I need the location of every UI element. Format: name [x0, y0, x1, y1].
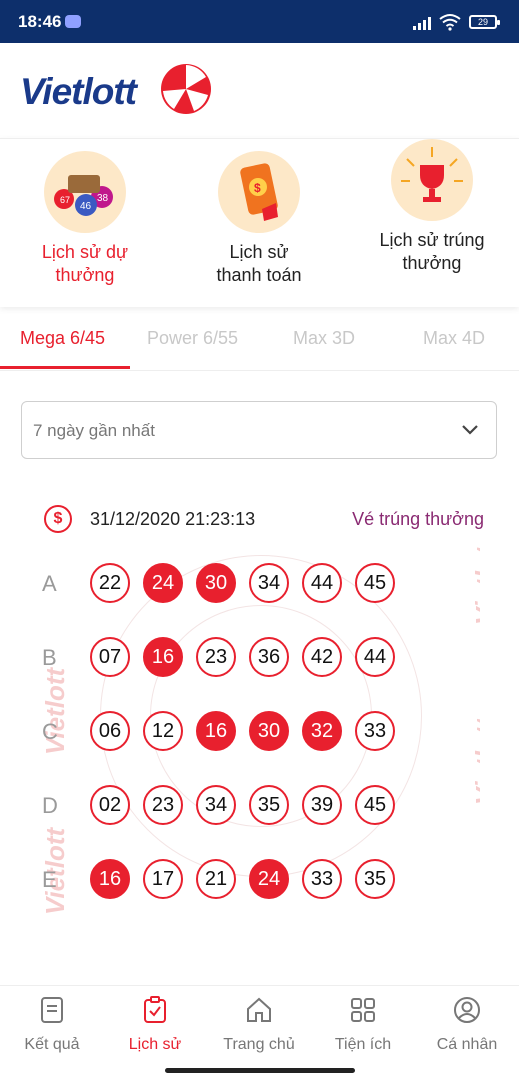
matched-number-ball: 16	[90, 859, 130, 899]
number-ball: 07	[90, 637, 130, 677]
nav-label: Tiện ích	[334, 1036, 392, 1053]
quick-action-label: Lịch sử trúng thưởng	[357, 229, 507, 275]
vietlott-logo: Vietlott	[20, 71, 137, 112]
row-letter: A	[42, 571, 57, 596]
discord-notification-icon	[65, 15, 81, 28]
number-ball: 34	[249, 563, 289, 603]
matched-number-ball: 30	[196, 563, 236, 603]
row-letter: E	[42, 867, 57, 892]
label-line: Lịch sử dự	[41, 242, 129, 262]
number-ball: 33	[302, 859, 342, 899]
quick-action-label: Lịch sử thanh toán	[184, 241, 334, 287]
label-line: thanh toán	[216, 265, 302, 285]
nav-results[interactable]: Kết quả	[7, 996, 97, 1054]
row-letter: B	[42, 645, 57, 670]
signal-icon	[413, 17, 431, 30]
profile-icon	[454, 997, 480, 1023]
nav-history[interactable]: Lịch sử	[110, 996, 200, 1054]
bottom-navigation: Kết quả Lịch sử Trang chủ Tiện ích Cá nh…	[0, 985, 519, 1081]
date-range-value: 7 ngày gần nhất	[33, 421, 155, 440]
number-ball: 12	[143, 711, 183, 751]
matched-number-ball: 16	[196, 711, 236, 751]
watermark-logo: Vietlott	[470, 545, 480, 625]
battery-icon: 29	[469, 15, 500, 29]
number-ball: 42	[302, 637, 342, 677]
matched-number-ball: 24	[143, 563, 183, 603]
number-ball: 23	[143, 785, 183, 825]
quick-action-prediction-history[interactable]: 67 46 38 Lịch sử dự thưởng	[10, 151, 160, 287]
tab-mega-645[interactable]: Mega 6/45	[20, 328, 105, 349]
quick-action-winning-history[interactable]: Lịch sử trúng thưởng	[357, 139, 507, 275]
quick-actions: 67 46 38 Lịch sử dự thưởng $ Lịch sử tha…	[0, 138, 519, 307]
label-line: Lịch sử	[229, 242, 289, 262]
number-ball: 45	[355, 785, 395, 825]
tab-power-655[interactable]: Power 6/55	[147, 328, 238, 349]
winning-ticket-link[interactable]: Vé trúng thưởng	[352, 509, 484, 530]
chevron-down-icon	[462, 425, 478, 435]
history-icon	[144, 996, 166, 1023]
number-ball: 34	[196, 785, 236, 825]
active-tab-indicator	[0, 366, 130, 369]
ticket-datetime: 31/12/2020 21:23:13	[90, 509, 256, 529]
number-ball: 22	[90, 563, 130, 603]
quick-action-payment-history[interactable]: $ Lịch sử thanh toán	[184, 151, 334, 287]
quick-action-label: Lịch sử dự thưởng	[10, 241, 160, 287]
app-header: Vietlott	[0, 43, 519, 138]
label-line: thưởng	[55, 265, 115, 285]
number-ball: 35	[249, 785, 289, 825]
results-icon	[41, 997, 63, 1023]
phone-payment-icon: $	[218, 151, 300, 233]
nav-label: Lịch sử	[128, 1036, 182, 1053]
ticket-header: $ 31/12/2020 21:23:13 Vé trúng thưởng	[44, 505, 484, 533]
number-ball: 35	[355, 859, 395, 899]
number-ball: 02	[90, 785, 130, 825]
matched-number-ball: 16	[143, 637, 183, 677]
matched-number-ball: 24	[249, 859, 289, 899]
number-ball: 44	[355, 637, 395, 677]
nav-label: Trang chủ	[223, 1036, 295, 1053]
home-icon	[247, 997, 271, 1022]
label-line: Lịch sử trúng	[379, 230, 485, 250]
number-ball: 39	[302, 785, 342, 825]
date-range-select[interactable]: 7 ngày gần nhất	[21, 401, 497, 459]
nav-label: Kết quả	[24, 1036, 80, 1053]
nav-label: Cá nhân	[436, 1036, 498, 1053]
number-ball: 45	[355, 563, 395, 603]
label-line: thưởng	[402, 253, 462, 273]
svg-text:38: 38	[97, 193, 109, 204]
tab-max-3d[interactable]: Max 3D	[293, 328, 355, 349]
number-ball: 44	[302, 563, 342, 603]
nav-profile[interactable]: Cá nhân	[422, 996, 512, 1054]
svg-text:46: 46	[80, 201, 92, 212]
watermark-logo: Vietlott	[470, 717, 480, 805]
matched-number-ball: 32	[302, 711, 342, 751]
number-ball: 17	[143, 859, 183, 899]
vietlott-logo-mark-icon	[161, 64, 211, 114]
number-ball: 21	[196, 859, 236, 899]
lottery-balls-icon: 67 46 38	[44, 151, 126, 233]
nav-utilities[interactable]: Tiện ích	[318, 996, 408, 1054]
dollar-icon: $	[44, 505, 72, 533]
svg-text:67: 67	[60, 195, 70, 205]
wifi-icon	[439, 14, 461, 31]
gesture-home-bar[interactable]	[165, 1068, 355, 1073]
game-tabs: Mega 6/45 Power 6/55 Max 3D Max 4D	[0, 318, 519, 371]
tab-max-4d[interactable]: Max 4D	[423, 328, 485, 349]
row-letter: C	[42, 719, 58, 744]
battery-level: 29	[477, 17, 488, 27]
matched-number-ball: 30	[249, 711, 289, 751]
row-letter: D	[42, 793, 58, 818]
utilities-icon	[351, 998, 375, 1022]
number-ball: 23	[196, 637, 236, 677]
number-ball: 06	[90, 711, 130, 751]
ticket-grid: Vietlott Vietlott Vietlott Vietlott A 22 2…	[40, 545, 480, 915]
nav-home[interactable]: Trang chủ	[214, 996, 304, 1054]
trophy-icon	[391, 139, 473, 221]
number-ball: 33	[355, 711, 395, 751]
status-time: 18:46	[18, 12, 62, 31]
status-bar: 18:46 29	[0, 0, 519, 43]
svg-text:$: $	[254, 181, 261, 195]
number-ball: 36	[249, 637, 289, 677]
